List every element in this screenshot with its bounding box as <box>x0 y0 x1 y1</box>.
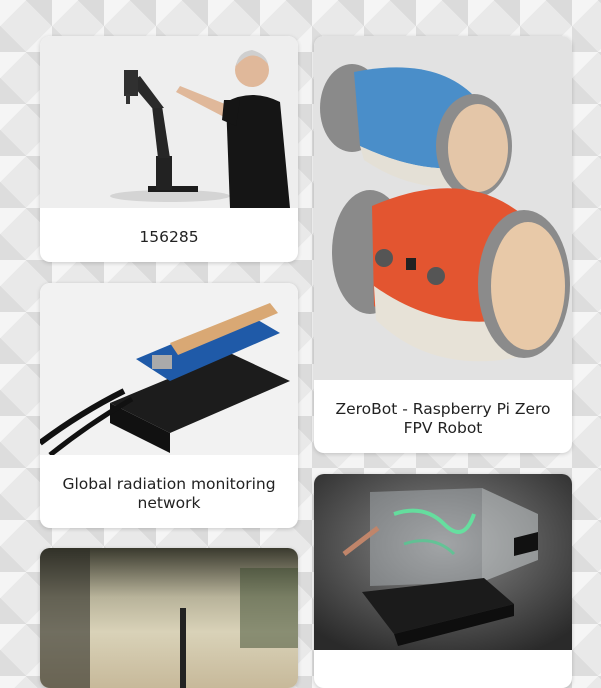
project-card[interactable]: 156285 <box>40 36 298 262</box>
robotic-arm-photo[interactable] <box>40 36 298 208</box>
holographic-display-photo[interactable] <box>314 474 572 650</box>
card-caption[interactable]: Global radiation monitoring network <box>50 475 288 513</box>
blurred-photo[interactable] <box>40 548 298 688</box>
card-caption[interactable]: 156285 <box>50 228 288 247</box>
project-card[interactable] <box>40 548 298 688</box>
radiation-sensor-photo[interactable] <box>40 283 298 455</box>
zerobot-photo[interactable] <box>314 36 572 380</box>
project-card[interactable]: Global radiation monitoring network <box>40 283 298 528</box>
project-card[interactable]: ZeroBot - Raspberry Pi Zero FPV Robot <box>314 36 572 453</box>
project-card[interactable] <box>314 474 572 688</box>
card-caption[interactable]: ZeroBot - Raspberry Pi Zero FPV Robot <box>324 400 562 438</box>
